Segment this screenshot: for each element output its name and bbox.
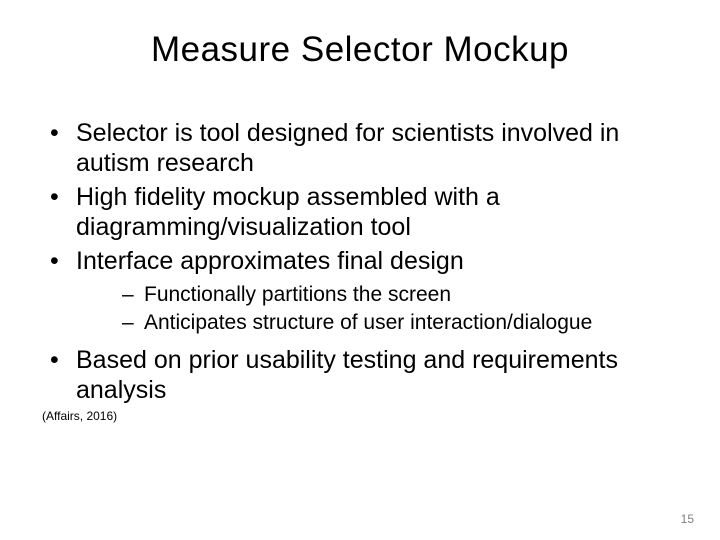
bullet-item: Based on prior usability testing and req… [40,345,680,405]
slide: Measure Selector Mockup Selector is tool… [0,0,720,540]
sub-bullet-item: Functionally partitions the screen [76,282,680,308]
bullet-text: Interface approximates final design [76,247,464,275]
bullet-item: Selector is tool designed for scientists… [40,118,680,178]
page-number: 15 [681,512,694,526]
slide-content: Selector is tool designed for scientists… [40,118,680,520]
bullet-item: Interface approximates final design Func… [40,246,680,337]
sub-bullet-item: Anticipates structure of user interactio… [76,310,680,336]
bullet-list: Selector is tool designed for scientists… [40,118,680,405]
bullet-item: High fidelity mockup assembled with a di… [40,182,680,242]
citation: (Affairs, 2016) [40,409,680,423]
sub-bullet-list: Functionally partitions the screen Antic… [76,282,680,337]
slide-title: Measure Selector Mockup [40,30,680,70]
